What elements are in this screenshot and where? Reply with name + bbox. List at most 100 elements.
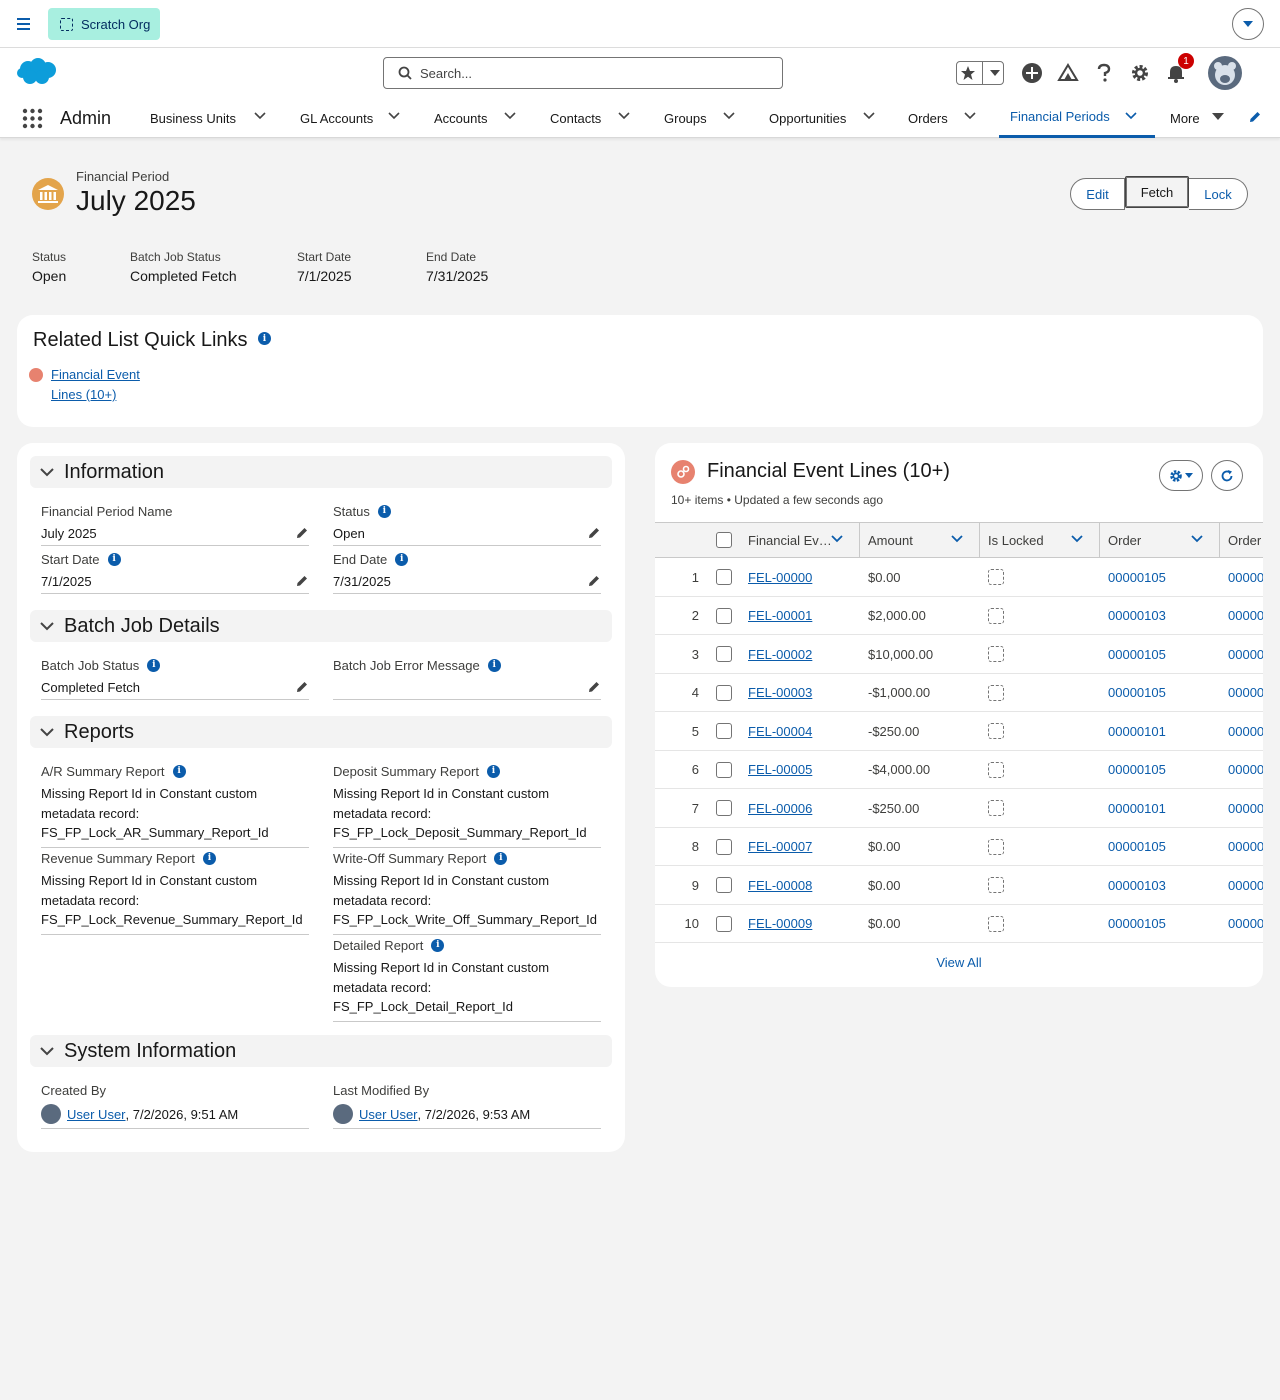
edit-nav-pencil-icon[interactable] xyxy=(1248,110,1262,124)
financial-event-line-link[interactable]: FEL-00007 xyxy=(748,828,812,866)
order-link[interactable]: 00000105 xyxy=(1108,828,1166,866)
question-icon[interactable] xyxy=(1092,61,1116,85)
order-link[interactable]: 00000105 xyxy=(1108,674,1166,712)
favorites-button[interactable] xyxy=(956,61,1004,85)
order-link[interactable]: 00000103 xyxy=(1108,597,1166,635)
chevron-down-icon[interactable] xyxy=(504,112,516,120)
pencil-icon[interactable] xyxy=(295,574,309,588)
chevron-down-icon[interactable] xyxy=(388,112,400,120)
order-2-link[interactable]: 00000 xyxy=(1228,674,1263,712)
related-list-title[interactable]: Financial Event Lines (10+) xyxy=(707,460,950,483)
nav-tab-financial-periods[interactable]: Financial Periods xyxy=(999,98,1155,138)
order-2-link[interactable]: 00000 xyxy=(1228,712,1263,750)
gear-icon[interactable] xyxy=(1128,61,1152,85)
chevron-down-icon[interactable] xyxy=(863,112,875,120)
nav-tab-contacts[interactable]: Contacts xyxy=(550,98,635,138)
section-reports-header[interactable]: Reports xyxy=(30,716,612,748)
financial-event-line-link[interactable]: FEL-00002 xyxy=(748,635,812,673)
info-icon[interactable]: i xyxy=(395,552,409,566)
trailhead-icon[interactable] xyxy=(1056,61,1080,85)
nav-more-menu[interactable]: More xyxy=(1170,98,1230,138)
nav-tab-business-units[interactable]: Business Units xyxy=(150,98,270,138)
chevron-down-icon[interactable] xyxy=(254,112,266,120)
nav-tab-opportunities[interactable]: Opportunities xyxy=(769,98,881,138)
chevron-down-icon[interactable] xyxy=(1071,535,1083,543)
column-amount[interactable]: Amount xyxy=(860,523,980,558)
order-2-link[interactable]: 00000 xyxy=(1228,828,1263,866)
row-checkbox[interactable] xyxy=(716,866,732,904)
row-checkbox[interactable] xyxy=(716,905,732,943)
financial-event-line-link[interactable]: FEL-00000 xyxy=(748,558,812,596)
chevron-down-icon[interactable] xyxy=(964,112,976,120)
info-icon[interactable]: i xyxy=(494,851,508,865)
info-icon[interactable]: i xyxy=(377,504,391,518)
row-checkbox[interactable] xyxy=(716,712,732,750)
view-all-link[interactable]: View All xyxy=(655,955,1263,970)
bell-icon[interactable]: 1 xyxy=(1164,53,1194,85)
pencil-icon[interactable] xyxy=(587,526,601,540)
section-information-header[interactable]: Information xyxy=(30,456,612,488)
row-checkbox[interactable] xyxy=(716,789,732,827)
info-icon[interactable]: i xyxy=(107,552,121,566)
column-order-2[interactable]: Order xyxy=(1220,523,1263,558)
order-2-link[interactable]: 00000 xyxy=(1228,789,1263,827)
financial-event-line-link[interactable]: FEL-00001 xyxy=(748,597,812,635)
refresh-button[interactable] xyxy=(1211,460,1243,491)
lock-button[interactable]: Lock xyxy=(1189,178,1248,210)
info-icon[interactable]: i xyxy=(258,332,271,345)
nav-tab-orders[interactable]: Orders xyxy=(908,98,982,138)
list-settings-button[interactable] xyxy=(1159,460,1203,491)
hamburger-icon[interactable] xyxy=(16,16,34,32)
row-checkbox[interactable] xyxy=(716,674,732,712)
chevron-down-icon[interactable] xyxy=(1191,535,1203,543)
row-checkbox[interactable] xyxy=(716,828,732,866)
financial-event-lines-quick-link[interactable]: Financial Event Lines (10+) xyxy=(51,365,161,405)
section-batch-job-details-header[interactable]: Batch Job Details xyxy=(30,610,612,642)
financial-event-line-link[interactable]: FEL-00006 xyxy=(748,789,812,827)
nav-tab-groups[interactable]: Groups xyxy=(664,98,744,138)
chevron-down-icon[interactable] xyxy=(1125,112,1137,120)
app-launcher-icon[interactable] xyxy=(22,108,43,129)
info-icon[interactable]: i xyxy=(487,658,501,672)
section-system-information-header[interactable]: System Information xyxy=(30,1035,612,1067)
row-checkbox[interactable] xyxy=(716,635,732,673)
financial-event-line-link[interactable]: FEL-00004 xyxy=(748,712,812,750)
pencil-icon[interactable] xyxy=(295,680,309,694)
row-checkbox[interactable] xyxy=(716,751,732,789)
financial-event-line-link[interactable]: FEL-00008 xyxy=(748,866,812,904)
order-2-link[interactable]: 00000 xyxy=(1228,597,1263,635)
row-checkbox[interactable] xyxy=(716,597,732,635)
order-link[interactable]: 00000101 xyxy=(1108,712,1166,750)
order-2-link[interactable]: 00000 xyxy=(1228,751,1263,789)
order-2-link[interactable]: 00000 xyxy=(1228,866,1263,904)
info-icon[interactable]: i xyxy=(172,764,186,778)
order-2-link[interactable]: 00000 xyxy=(1228,635,1263,673)
financial-event-line-link[interactable]: FEL-00009 xyxy=(748,905,812,943)
search-box[interactable] xyxy=(383,57,783,89)
nav-tab-gl-accounts[interactable]: GL Accounts xyxy=(300,98,405,138)
modified-by-user-link[interactable]: User User xyxy=(359,1107,418,1122)
edit-button[interactable]: Edit xyxy=(1070,178,1125,210)
order-link[interactable]: 00000103 xyxy=(1108,866,1166,904)
fetch-button[interactable]: Fetch xyxy=(1125,176,1189,208)
column-financial-event[interactable]: Financial Ev… xyxy=(740,523,860,558)
order-link[interactable]: 00000105 xyxy=(1108,635,1166,673)
pencil-icon[interactable] xyxy=(587,680,601,694)
top-dropdown-button[interactable] xyxy=(1232,8,1264,40)
info-icon[interactable]: i xyxy=(202,851,216,865)
chevron-down-icon[interactable] xyxy=(951,535,963,543)
order-2-link[interactable]: 00000 xyxy=(1228,558,1263,596)
scratch-org-badge[interactable]: Scratch Org xyxy=(48,8,160,40)
plus-circle-icon[interactable] xyxy=(1020,61,1044,85)
column-is-locked[interactable]: Is Locked xyxy=(980,523,1100,558)
pencil-icon[interactable] xyxy=(295,526,309,540)
chevron-down-icon[interactable] xyxy=(831,535,843,543)
row-checkbox[interactable] xyxy=(716,558,732,596)
chevron-down-icon[interactable] xyxy=(723,112,735,120)
order-link[interactable]: 00000105 xyxy=(1108,905,1166,943)
info-icon[interactable]: i xyxy=(147,658,161,672)
select-all-checkbox[interactable] xyxy=(716,532,732,548)
info-icon[interactable]: i xyxy=(431,938,445,952)
created-by-user-link[interactable]: User User xyxy=(67,1107,126,1122)
search-input[interactable] xyxy=(420,65,782,81)
